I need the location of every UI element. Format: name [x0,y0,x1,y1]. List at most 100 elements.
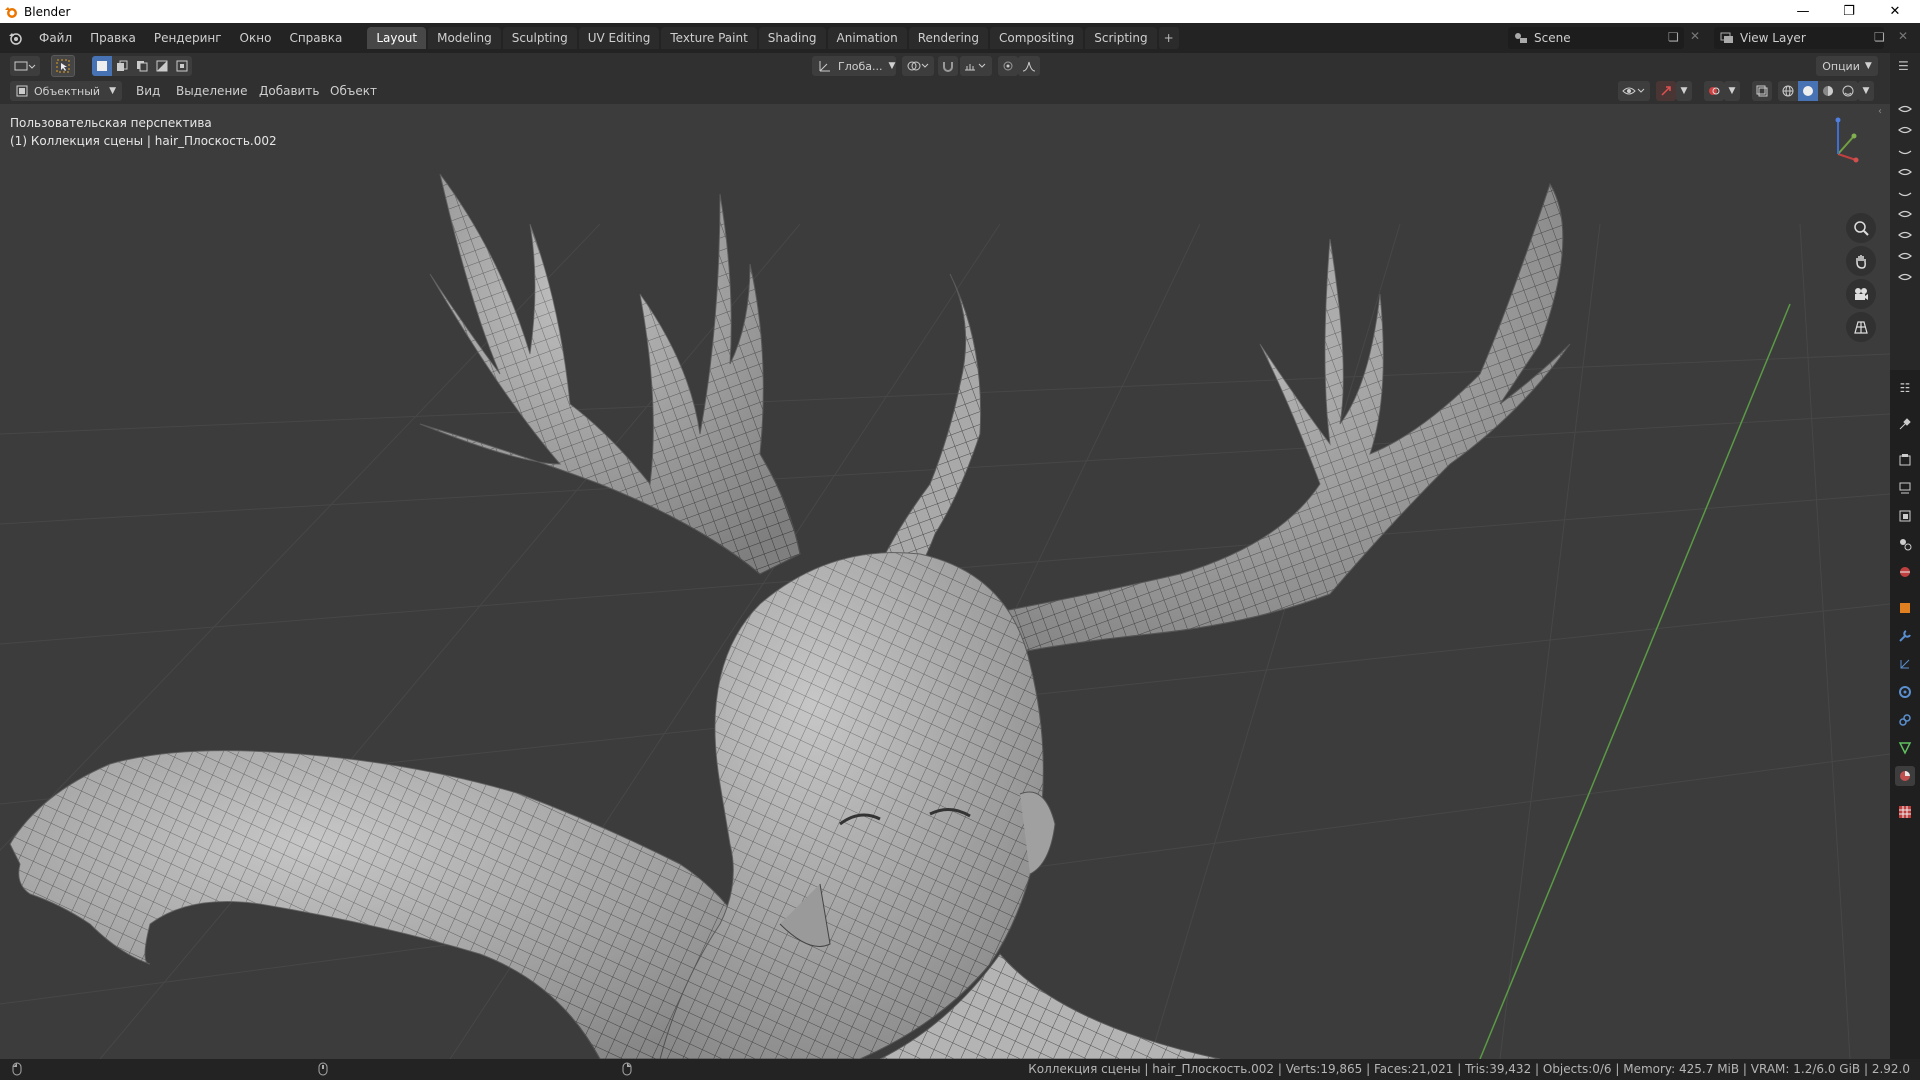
tab-compositing[interactable]: Compositing [990,27,1084,49]
3d-viewport[interactable]: Пользовательская перспектива (1) Коллекц… [0,104,1890,1059]
tab-animation[interactable]: Animation [827,27,907,49]
menu-render[interactable]: Рендеринг [145,23,231,53]
menu-view[interactable]: Вид [136,84,160,98]
pivot-point-dropdown[interactable] [902,56,934,76]
snap-increment-icon [965,63,986,71]
tab-uv-editing[interactable]: UV Editing [578,27,660,49]
zoom-button[interactable] [1846,213,1876,243]
close-button[interactable]: ✕ [1872,0,1918,23]
material-sphere-icon [1823,86,1833,96]
physics-properties-icon[interactable] [1895,682,1915,702]
tab-sculpting[interactable]: Sculpting [502,27,577,49]
mouse-middle-icon [318,1062,328,1079]
blender-menu-icon[interactable] [0,23,30,53]
menu-help[interactable]: Справка [280,23,351,53]
eye-icon [1898,168,1912,176]
editor-type-icon [14,61,36,71]
transform-orientation-dropdown[interactable]: Глоба... ▼ [812,56,896,76]
proportional-edit-toggle[interactable] [998,56,1018,76]
render-properties-icon[interactable] [1895,450,1915,470]
shading-wireframe-button[interactable] [1778,81,1798,101]
xray-toggle[interactable] [1752,81,1772,101]
minimize-button[interactable]: — [1780,0,1826,23]
tool-properties-icon[interactable] [1895,414,1915,434]
maximize-button[interactable]: ❐ [1826,0,1872,23]
window-title: Blender [24,4,71,19]
tab-modeling[interactable]: Modeling [428,27,501,49]
scene-selector[interactable]: Scene [1508,27,1684,49]
modifier-properties-icon[interactable] [1895,626,1915,646]
properties-editor-icon[interactable]: ☷ [1895,378,1915,398]
gizmo-toggle[interactable] [1656,81,1676,101]
eye-icon [1898,105,1912,113]
select-mode-subtract-button[interactable] [132,56,152,76]
proportional-edit-icon [1003,61,1013,71]
constraint-properties-icon[interactable] [1895,710,1915,730]
add-workspace-button[interactable]: + [1158,27,1179,49]
pan-button[interactable] [1846,246,1876,276]
object-properties-icon[interactable] [1895,598,1915,618]
shading-solid-button[interactable] [1798,81,1818,101]
data-properties-icon[interactable] [1895,738,1915,758]
select-mode-new-button[interactable] [92,56,112,76]
tab-shading[interactable]: Shading [758,27,826,49]
select-mode-intersect-button[interactable] [172,56,192,76]
shading-rendered-button[interactable] [1838,81,1858,101]
object-mode-icon [16,85,28,97]
new-view-layer-icon[interactable]: ❏ [1874,30,1885,44]
output-properties-icon[interactable] [1895,478,1915,498]
texture-properties-icon[interactable] [1895,802,1915,822]
world-properties-icon[interactable] [1895,562,1915,582]
tool-header: Глоба... ▼ Опции ▼ [0,53,1896,79]
navigation-gizmo[interactable] [1808,114,1868,174]
options-dropdown[interactable]: Опции ▼ [1816,56,1878,76]
tab-texture-paint[interactable]: Texture Paint [661,27,757,49]
overlays-dropdown[interactable]: ▼ [1724,81,1740,101]
editor-type-button[interactable] [10,56,40,76]
tab-scripting[interactable]: Scripting [1085,27,1157,49]
menu-window[interactable]: Окно [231,23,281,53]
gizmo-dropdown[interactable]: ▼ [1676,81,1692,101]
snap-target-dropdown[interactable] [960,56,992,76]
menu-file[interactable]: Файл [30,23,81,53]
select-mode-invert-button[interactable] [152,56,172,76]
menu-object[interactable]: Объект [330,84,377,98]
hand-icon [1856,255,1866,269]
delete-scene-icon[interactable]: ✕ [1690,29,1700,43]
zoom-magnifier-icon [1854,221,1869,236]
interaction-mode-dropdown[interactable]: Объектный ▼ [10,81,122,101]
scene-icon [1508,32,1534,44]
tab-rendering[interactable]: Rendering [908,27,989,49]
outliner-editor-icon[interactable]: ☰ [1898,59,1909,73]
particle-properties-icon[interactable] [1895,654,1915,674]
chevron-down-icon: ▼ [109,86,116,96]
new-scene-icon[interactable]: ❏ [1668,30,1679,44]
camera-view-button[interactable] [1846,279,1876,309]
menu-edit[interactable]: Правка [81,23,145,53]
proportional-falloff-dropdown[interactable] [1018,56,1040,76]
view-layer-properties-icon[interactable] [1895,506,1915,526]
visibility-dropdown[interactable] [1618,81,1650,101]
tab-layout[interactable]: Layout [367,27,427,49]
eye-closed-icon [1898,192,1912,197]
overlays-toggle[interactable] [1704,81,1724,101]
eye-icon [1898,273,1912,281]
select-subtract-icon [137,61,148,72]
projection-toggle-button[interactable] [1846,312,1876,342]
delete-view-layer-icon[interactable]: ✕ [1898,29,1908,43]
menu-add[interactable]: Добавить [259,84,319,98]
arm-mesh [9,750,761,1059]
shading-dropdown[interactable]: ▼ [1858,81,1874,101]
sidebar-toggle-icon[interactable]: ‹ [1878,106,1882,117]
scene-properties-icon[interactable] [1895,534,1915,554]
menu-select[interactable]: Выделение [176,84,247,98]
shading-material-button[interactable] [1818,81,1838,101]
snap-toggle[interactable] [938,56,958,76]
material-properties-icon[interactable] [1895,766,1915,786]
view-layer-selector[interactable]: View Layer [1714,27,1884,49]
select-tool-button[interactable] [51,55,75,77]
properties-tabs: ☷ [1890,370,1920,1059]
select-mode-extend-button[interactable] [112,56,132,76]
gizmo-icon [1661,86,1671,96]
status-bar: Коллекция сцены | hair_Плоскость.002 | V… [0,1059,1920,1080]
